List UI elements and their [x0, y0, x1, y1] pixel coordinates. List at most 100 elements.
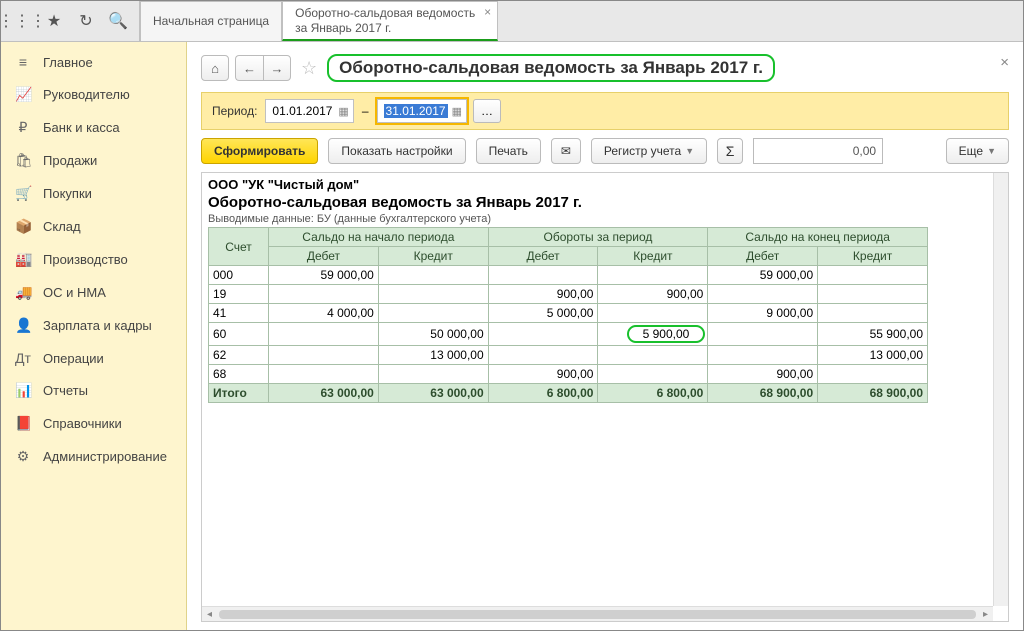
th-credit: Кредит: [598, 247, 708, 266]
horizontal-scrollbar[interactable]: ◂ ▸: [202, 606, 993, 621]
caret-down-icon: ▼: [685, 146, 694, 156]
sidebar-item-9[interactable]: Дт Операции: [1, 342, 186, 374]
sidebar-item-label: ОС и НМА: [43, 285, 106, 300]
favorite-toggle[interactable]: ☆: [297, 58, 321, 79]
th-debit: Дебет: [269, 247, 379, 266]
home-button[interactable]: ⌂: [201, 55, 229, 81]
sidebar-item-label: Руководителю: [43, 87, 130, 102]
sidebar-item-label: Операции: [43, 351, 104, 366]
report-company: ООО "УК "Чистый дом": [208, 177, 1002, 192]
sidebar-icon: 📕: [15, 415, 31, 432]
table-row[interactable]: 68900,00900,00: [209, 365, 928, 384]
sidebar-item-2[interactable]: ₽Банк и касса: [1, 111, 186, 144]
sidebar-item-10[interactable]: 📊Отчеты: [1, 374, 186, 407]
sidebar-item-label: Зарплата и кадры: [43, 318, 152, 333]
sidebar-item-label: Главное: [43, 55, 93, 70]
sidebar-item-6[interactable]: 🏭 Производство: [1, 243, 186, 276]
sidebar-item-label: Производство: [43, 252, 128, 267]
calendar-icon[interactable]: ▦: [338, 105, 348, 118]
table-row[interactable]: 19900,00900,00: [209, 285, 928, 304]
sidebar-item-label: Справочники: [43, 416, 122, 431]
sidebar-icon: 🛍: [15, 152, 31, 169]
nav-forward-button[interactable]: →: [263, 55, 291, 81]
sigma-button[interactable]: Σ: [717, 138, 743, 164]
sidebar-item-label: Продажи: [43, 153, 97, 168]
register-button[interactable]: Регистр учета ▼: [591, 138, 707, 164]
period-from-value: 01.01.2017: [272, 104, 334, 118]
th-start: Сальдо на начало периода: [269, 228, 489, 247]
th-debit: Дебет: [708, 247, 818, 266]
table-row[interactable]: 6213 000,0013 000,00: [209, 346, 928, 365]
more-button[interactable]: Еще ▼: [946, 138, 1009, 164]
sidebar-item-12[interactable]: ⚙ Администрирование: [1, 440, 186, 473]
sidebar-icon: 📦: [15, 218, 31, 235]
sidebar-item-11[interactable]: 📕 Справочники: [1, 407, 186, 440]
print-label: Печать: [489, 144, 528, 158]
sidebar-icon: 🛒: [15, 185, 31, 202]
nav-back-button[interactable]: ←: [235, 55, 263, 81]
history-icon[interactable]: ↻: [71, 6, 101, 36]
sidebar-icon: ≡: [15, 54, 31, 70]
vertical-scrollbar[interactable]: [993, 173, 1008, 606]
tab-report[interactable]: Оборотно-сальдовая ведомость за Январь 2…: [282, 1, 498, 41]
tab-report-label: Оборотно-сальдовая ведомость за Январь 2…: [295, 6, 485, 35]
tab-close-icon[interactable]: ×: [484, 5, 491, 19]
sidebar-icon: 🏭: [15, 251, 31, 268]
tab-home-label: Начальная страница: [153, 14, 269, 28]
email-button[interactable]: ✉: [551, 138, 581, 164]
sidebar-item-5[interactable]: 📦 Склад: [1, 210, 186, 243]
caret-down-icon: ▼: [987, 146, 996, 156]
register-label: Регистр учета: [604, 144, 681, 158]
scroll-thumb[interactable]: [219, 610, 976, 619]
show-settings-button[interactable]: Показать настройки: [328, 138, 465, 164]
table-row[interactable]: 414 000,005 000,009 000,00: [209, 304, 928, 323]
sidebar-item-8[interactable]: 👤 Зарплата и кадры: [1, 309, 186, 342]
sidebar-item-label: Отчеты: [43, 383, 88, 398]
table-row[interactable]: 00059 000,0059 000,00: [209, 266, 928, 285]
form-button[interactable]: Сформировать: [201, 138, 318, 164]
close-page-button[interactable]: ×: [1000, 54, 1009, 71]
sidebar-item-1[interactable]: 📈 Руководителю: [1, 78, 186, 111]
favorite-star-icon[interactable]: ★: [39, 6, 69, 36]
sidebar-item-label: Покупки: [43, 186, 92, 201]
search-icon[interactable]: 🔍: [103, 6, 133, 36]
calendar-icon[interactable]: ▦: [452, 105, 462, 118]
period-picker-button[interactable]: …: [473, 99, 501, 123]
sidebar-item-0[interactable]: ≡ Главное: [1, 46, 186, 78]
table-row[interactable]: 6050 000,005 900,0055 900,00: [209, 323, 928, 346]
report-subtitle: Выводимые данные: БУ (данные бухгалтерск…: [208, 213, 1002, 225]
sidebar-item-4[interactable]: 🛒 Покупки: [1, 177, 186, 210]
report-title: Оборотно-сальдовая ведомость за Январь 2…: [208, 194, 1002, 211]
scroll-left-icon[interactable]: ◂: [202, 607, 217, 622]
tab-home[interactable]: Начальная страница: [140, 1, 282, 41]
show-settings-label: Показать настройки: [341, 144, 452, 158]
sidebar-item-label: Банк и касса: [43, 120, 120, 135]
sidebar-icon: ⚙: [15, 448, 31, 465]
th-credit: Кредит: [378, 247, 488, 266]
sidebar-icon: 🚚: [15, 284, 31, 301]
period-from-input[interactable]: 01.01.2017 ▦: [265, 99, 353, 123]
sidebar-item-3[interactable]: 🛍 Продажи: [1, 144, 186, 177]
page-title: Оборотно-сальдовая ведомость за Январь 2…: [327, 54, 775, 82]
print-button[interactable]: Печать: [476, 138, 541, 164]
scroll-right-icon[interactable]: ▸: [978, 607, 993, 622]
period-dash: –: [360, 104, 371, 118]
sidebar-icon: 📈: [15, 86, 31, 103]
th-account: Счет: [209, 228, 269, 266]
sidebar-item-label: Склад: [43, 219, 81, 234]
osv-table: Счет Сальдо на начало периода Обороты за…: [208, 227, 928, 403]
sum-field[interactable]: 0,00: [753, 138, 883, 164]
period-to-input[interactable]: 31.01.2017 ▦: [377, 99, 467, 123]
table-total-row: Итого63 000,0063 000,006 800,006 800,006…: [209, 384, 928, 403]
sidebar-item-label: Администрирование: [43, 449, 167, 464]
th-debit: Дебет: [488, 247, 598, 266]
th-turnover: Обороты за период: [488, 228, 708, 247]
form-button-label: Сформировать: [214, 144, 305, 158]
sidebar-icon: 👤: [15, 317, 31, 334]
apps-grid-icon[interactable]: ⋮⋮⋮: [7, 6, 37, 36]
sidebar-icon: Дт: [15, 350, 31, 366]
more-label: Еще: [959, 144, 983, 158]
sidebar-item-7[interactable]: 🚚 ОС и НМА: [1, 276, 186, 309]
th-credit: Кредит: [818, 247, 928, 266]
period-label: Период:: [212, 104, 257, 118]
